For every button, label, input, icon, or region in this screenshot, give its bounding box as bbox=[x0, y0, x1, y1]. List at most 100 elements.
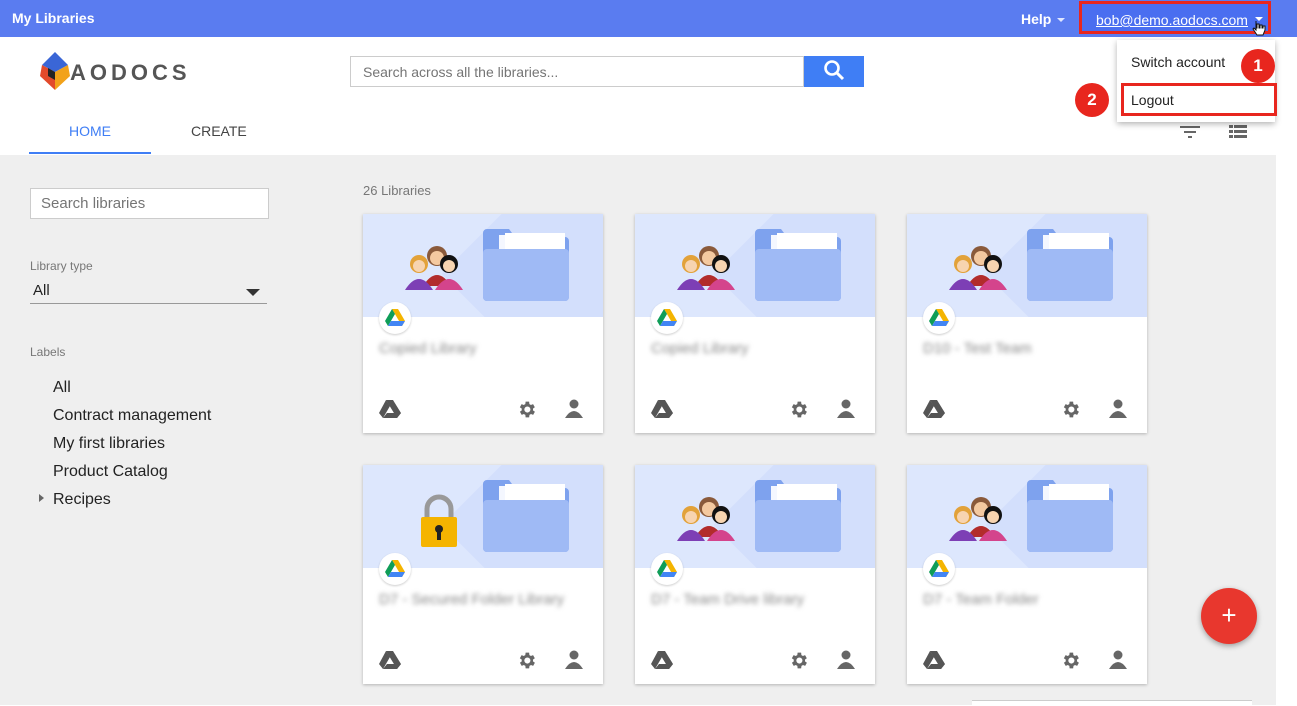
card-footer bbox=[635, 396, 875, 422]
drive-badge bbox=[651, 302, 683, 334]
card-title: D7 - Team Folder bbox=[923, 591, 1039, 608]
library-settings-button[interactable] bbox=[1060, 399, 1081, 425]
card-title: D7 - Team Drive library bbox=[651, 591, 805, 608]
open-in-drive-button[interactable] bbox=[651, 651, 673, 674]
library-members-button[interactable] bbox=[1109, 399, 1127, 424]
google-drive-icon bbox=[385, 560, 405, 577]
user-email: bob@demo.aodocs.com bbox=[1096, 12, 1248, 28]
search-icon bbox=[824, 60, 845, 81]
global-search-button[interactable] bbox=[804, 56, 864, 87]
label-my-first-libraries[interactable]: My first libraries bbox=[53, 435, 165, 453]
help-menu[interactable]: Help bbox=[1021, 11, 1066, 27]
library-card[interactable]: D7 - Secured Folder Library bbox=[363, 465, 603, 684]
library-card[interactable]: D10 - Test Team bbox=[907, 214, 1147, 433]
create-library-fab[interactable]: + bbox=[1201, 588, 1257, 644]
library-count: 26 Libraries bbox=[363, 183, 431, 198]
library-card[interactable]: Copied Library bbox=[635, 214, 875, 433]
person-icon bbox=[565, 650, 583, 669]
tab-create[interactable]: CREATE bbox=[191, 123, 247, 139]
gear-icon bbox=[519, 401, 535, 418]
label-contract-management[interactable]: Contract management bbox=[53, 407, 211, 425]
drive-logo-icon bbox=[379, 400, 401, 418]
library-settings-button[interactable] bbox=[1060, 650, 1081, 676]
filter-icon[interactable] bbox=[1180, 124, 1200, 140]
library-card[interactable]: D7 - Team Folder bbox=[907, 465, 1147, 684]
folder-icon bbox=[483, 229, 569, 301]
library-type-label: Library type bbox=[30, 259, 93, 273]
person-icon bbox=[1109, 650, 1127, 669]
person-icon bbox=[565, 399, 583, 418]
people-icon bbox=[405, 246, 463, 290]
library-search-input[interactable] bbox=[30, 188, 269, 219]
folder-icon bbox=[1027, 229, 1113, 301]
library-members-button[interactable] bbox=[837, 399, 855, 424]
library-type-select[interactable]: All bbox=[30, 279, 267, 304]
folder-icon bbox=[483, 480, 569, 552]
card-footer bbox=[363, 396, 603, 422]
bottom-panel-edge bbox=[972, 700, 1252, 706]
library-settings-button[interactable] bbox=[788, 399, 809, 425]
library-members-button[interactable] bbox=[1109, 650, 1127, 675]
app-title[interactable]: My Libraries bbox=[12, 10, 94, 26]
global-search-input[interactable] bbox=[350, 56, 804, 87]
label-recipes[interactable]: Recipes bbox=[53, 491, 111, 509]
gear-icon bbox=[519, 652, 535, 669]
main-content: Library type All Labels All Contract man… bbox=[0, 155, 1276, 705]
drive-badge bbox=[379, 302, 411, 334]
drive-logo-icon bbox=[651, 400, 673, 418]
drive-badge bbox=[379, 553, 411, 585]
open-in-drive-button[interactable] bbox=[923, 400, 945, 423]
open-in-drive-button[interactable] bbox=[379, 651, 401, 674]
library-members-button[interactable] bbox=[565, 399, 583, 424]
drive-badge bbox=[651, 553, 683, 585]
label-all[interactable]: All bbox=[53, 379, 71, 397]
card-title: D7 - Secured Folder Library bbox=[379, 591, 565, 608]
card-footer bbox=[907, 396, 1147, 422]
labels-title: Labels bbox=[30, 345, 66, 359]
hand-cursor-icon bbox=[1252, 21, 1266, 36]
card-title: Copied Library bbox=[379, 340, 477, 357]
library-members-button[interactable] bbox=[837, 650, 855, 675]
drive-logo-icon bbox=[651, 651, 673, 669]
google-drive-icon bbox=[657, 560, 677, 577]
aodocs-logo-icon[interactable] bbox=[40, 52, 70, 90]
expand-arrow-icon[interactable] bbox=[39, 494, 44, 502]
library-card[interactable]: Copied Library bbox=[363, 214, 603, 433]
help-caret-icon bbox=[1057, 18, 1066, 23]
open-in-drive-button[interactable] bbox=[923, 651, 945, 674]
person-icon bbox=[837, 399, 855, 418]
plus-icon: + bbox=[1221, 600, 1237, 630]
switch-account-item[interactable]: Switch account bbox=[1131, 54, 1225, 70]
scrollbar-track[interactable] bbox=[1276, 37, 1297, 705]
gear-icon bbox=[791, 401, 807, 418]
google-drive-icon bbox=[929, 560, 949, 577]
dropdown-arrow-icon bbox=[246, 289, 260, 296]
person-icon bbox=[1109, 399, 1127, 418]
tab-home[interactable]: HOME bbox=[69, 123, 111, 139]
library-settings-button[interactable] bbox=[516, 399, 537, 425]
google-drive-icon bbox=[929, 309, 949, 326]
library-type-value: All bbox=[33, 282, 50, 299]
library-settings-button[interactable] bbox=[516, 650, 537, 676]
card-footer bbox=[363, 647, 603, 673]
library-card[interactable]: D7 - Team Drive library bbox=[635, 465, 875, 684]
library-members-button[interactable] bbox=[565, 650, 583, 675]
logout-highlight-box bbox=[1121, 83, 1277, 116]
active-tab-indicator bbox=[29, 152, 151, 154]
card-footer bbox=[907, 647, 1147, 673]
drive-badge bbox=[923, 553, 955, 585]
user-account-menu[interactable]: bob@demo.aodocs.com bbox=[1079, 1, 1271, 34]
google-drive-icon bbox=[657, 309, 677, 326]
card-title: Copied Library bbox=[651, 340, 749, 357]
folder-icon bbox=[755, 480, 841, 552]
gear-icon bbox=[1063, 652, 1079, 669]
person-icon bbox=[837, 650, 855, 669]
people-icon bbox=[949, 246, 1007, 290]
library-settings-button[interactable] bbox=[788, 650, 809, 676]
people-icon bbox=[949, 497, 1007, 541]
card-title: D10 - Test Team bbox=[923, 340, 1032, 357]
list-view-icon[interactable] bbox=[1229, 124, 1247, 140]
label-product-catalog[interactable]: Product Catalog bbox=[53, 463, 168, 481]
open-in-drive-button[interactable] bbox=[651, 400, 673, 423]
open-in-drive-button[interactable] bbox=[379, 400, 401, 423]
